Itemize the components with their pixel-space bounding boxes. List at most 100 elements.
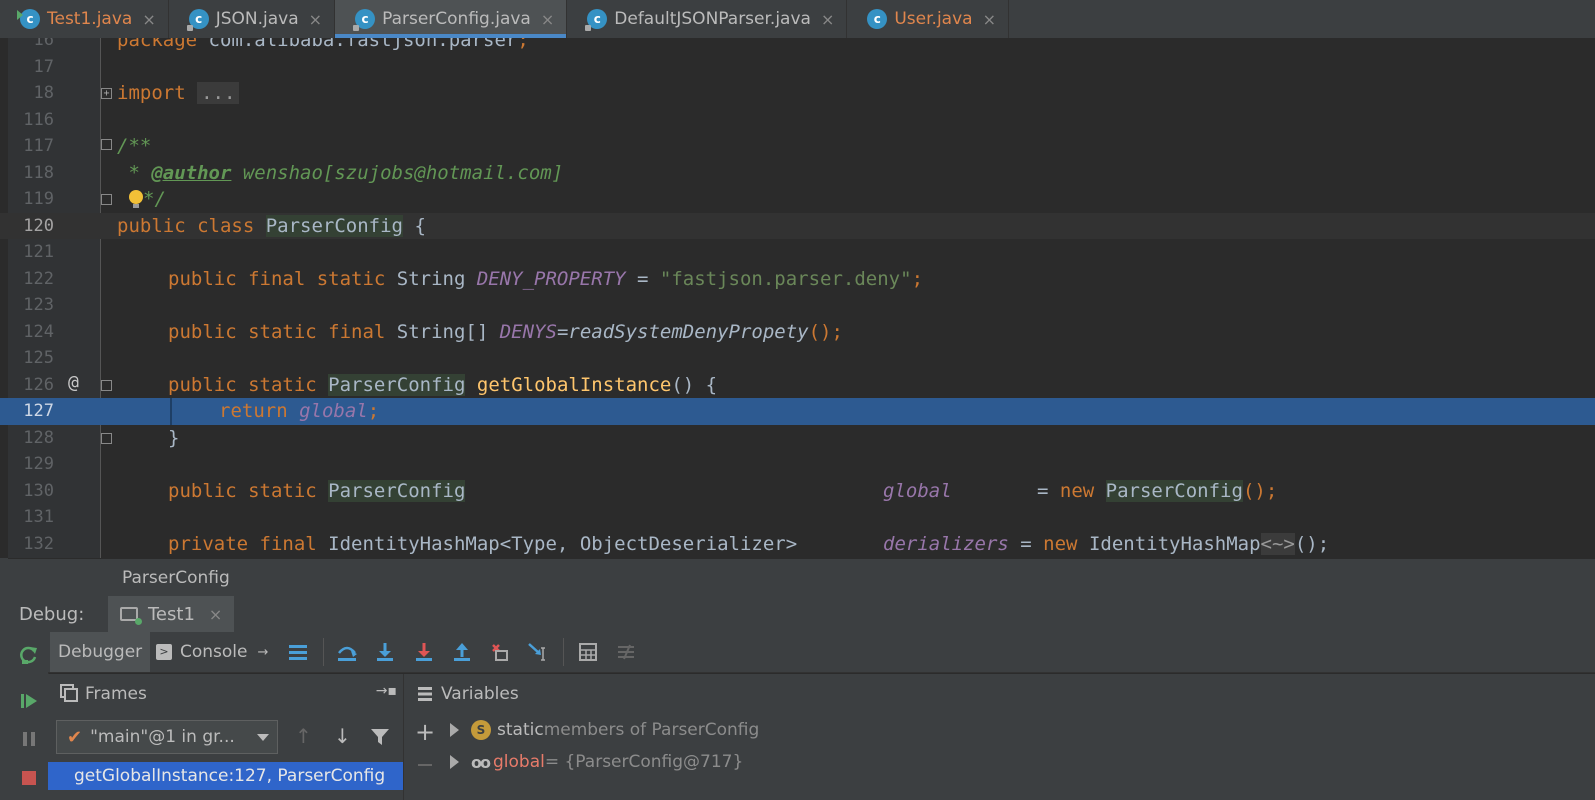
filter-icon[interactable] (370, 728, 390, 746)
add-watch-icon[interactable]: + (415, 720, 435, 744)
tab-user[interactable]: c User.java × (847, 0, 1009, 38)
breadcrumb-item[interactable]: ParserConfig (122, 568, 230, 588)
lightbulb-icon[interactable] (129, 190, 143, 208)
close-icon[interactable]: × (821, 10, 834, 29)
code-token: import (117, 82, 186, 104)
indent-guide (170, 398, 172, 425)
stack-frame-selected[interactable]: getGlobalInstance:127, ParserConfig (48, 762, 403, 790)
step-over-button[interactable] (335, 641, 359, 663)
code-line-current: 120 public class ParserConfig { (0, 212, 1595, 239)
resume-button[interactable] (18, 690, 40, 712)
field-glasses-icon: oo (471, 752, 491, 772)
expand-arrow-icon[interactable] (450, 723, 459, 737)
code-token: return (219, 400, 300, 422)
run-to-cursor-button[interactable] (526, 641, 550, 663)
close-icon[interactable]: × (209, 605, 222, 624)
show-frames-button[interactable] (286, 641, 310, 663)
code-token: ; (517, 38, 529, 51)
variable-name: static (497, 720, 544, 740)
debug-side-toolbar (8, 632, 49, 800)
line-number: 125 (23, 348, 54, 368)
pin-arrow-icon[interactable]: → (258, 645, 269, 660)
debugger-toolbar: Debugger > Console → (48, 632, 1595, 673)
rerun-button[interactable] (18, 644, 40, 666)
fold-collapse-icon[interactable] (101, 139, 112, 150)
tab-debugger[interactable]: Debugger (50, 632, 151, 672)
diamond-fold[interactable]: <~> (1260, 532, 1295, 555)
step-out-button[interactable] (450, 641, 474, 663)
evaluate-expression-button[interactable] (576, 641, 600, 663)
code-line: 129 (0, 451, 1595, 478)
fold-end-icon[interactable] (101, 432, 112, 444)
tab-json[interactable]: c JSON.java × (169, 0, 336, 38)
code-token: String[] (396, 320, 500, 343)
restore-layout-icon[interactable]: →▪ (376, 683, 397, 699)
java-class-icon: c (867, 9, 888, 29)
debug-title: Debug: (19, 604, 85, 625)
arrow-up-icon[interactable]: ↑ (295, 724, 312, 748)
step-into-button[interactable] (373, 641, 397, 663)
pause-button[interactable] (18, 728, 40, 750)
folded-imports[interactable]: ... (197, 82, 240, 104)
fold-end-icon[interactable] (101, 194, 112, 205)
close-icon[interactable]: × (541, 10, 554, 29)
code-token: DENY_PROPERTY (476, 267, 626, 290)
code-line: 116 (0, 107, 1595, 134)
code-token: } (168, 426, 180, 449)
line-number: 17 (33, 56, 54, 77)
doc-comment-end: */ (143, 188, 166, 210)
step-over-icon (338, 646, 357, 661)
static-members-icon: S (471, 720, 491, 740)
trace-stream-button[interactable] (614, 641, 638, 663)
method-marker-icon[interactable]: @ (68, 372, 79, 393)
tab-parserconfig[interactable]: c ParserConfig.java × (335, 0, 568, 38)
tab-defaultjsonparser[interactable]: c DefaultJSONParser.java × (567, 0, 848, 38)
code-line: 119 */ (0, 186, 1595, 213)
code-token: private final (168, 532, 329, 555)
javadoc-tag: @author (151, 161, 232, 184)
code-token: public final static (168, 267, 397, 290)
fold-expand-icon[interactable]: + (101, 88, 112, 99)
resume-icon (21, 694, 37, 708)
force-step-into-button[interactable] (412, 641, 436, 663)
tab-label: Debugger (58, 642, 143, 662)
code-token: (); (1294, 532, 1330, 555)
arrow-down-icon[interactable]: ↓ (334, 724, 351, 748)
code-token: package (117, 38, 198, 51)
close-icon[interactable]: × (309, 10, 322, 29)
code-token: new (1059, 479, 1106, 502)
variable-row-global[interactable]: oo global = {ParserConfig@717} (450, 747, 743, 777)
checkmark-icon: ✔ (67, 726, 83, 748)
tab-test1[interactable]: c Test1.java × (0, 0, 169, 38)
code-editor[interactable]: 16 package com.alibaba.fastjson.parser; … (0, 38, 1595, 558)
code-line: 131 (0, 504, 1595, 531)
stop-button[interactable] (18, 766, 40, 788)
code-line: 128 } (0, 425, 1595, 452)
code-line: 130 public static ParserConfig global = … (0, 478, 1595, 505)
line-number: 122 (23, 268, 54, 289)
code-token: readSystemDenyPropety (568, 320, 809, 343)
expand-arrow-icon[interactable] (450, 755, 459, 769)
variable-row-static[interactable]: S static members of ParserConfig (450, 715, 759, 745)
fold-collapse-icon[interactable] (101, 379, 112, 391)
close-icon[interactable]: × (142, 10, 155, 29)
thread-selector[interactable]: ✔ "main"@1 in gr... (56, 720, 278, 754)
line-number: 16 (33, 38, 54, 50)
variable-name: global (492, 752, 545, 772)
force-step-into-icon (416, 643, 432, 661)
tab-label: Test1.java (47, 9, 133, 29)
line-number: 123 (23, 295, 54, 315)
class-name: ParserConfig (328, 373, 466, 396)
drop-frame-button[interactable] (488, 641, 512, 663)
step-into-icon (377, 643, 393, 661)
remove-watch-icon[interactable] (418, 764, 432, 766)
tab-console[interactable]: > Console → (148, 632, 276, 672)
code-token: global (883, 479, 952, 502)
code-token: public class (117, 214, 266, 237)
close-icon[interactable]: × (983, 10, 996, 29)
code-token: com.alibaba.fastjson.parser (197, 38, 518, 51)
tab-label: User.java (894, 9, 973, 29)
code-token: wenshao[szujobs@hotmail.com] (231, 161, 564, 184)
debug-session-tab[interactable]: Test1 × (108, 596, 235, 632)
stop-icon (22, 771, 36, 785)
